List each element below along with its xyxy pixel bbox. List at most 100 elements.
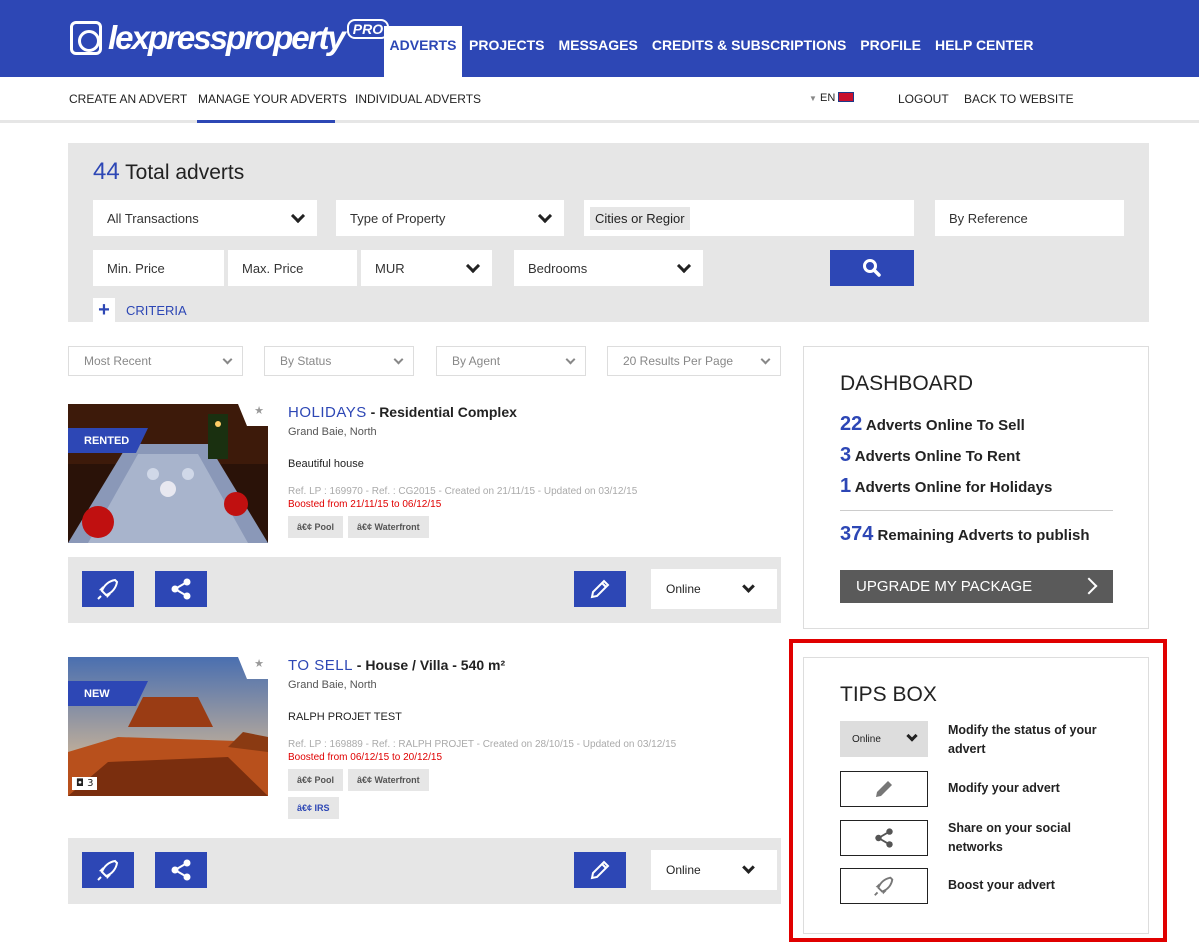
listing-card: NEW ★ ◘ 3 TO SELL - House / Villa - 540 … [68,657,781,905]
dashboard-stat: 3 Adverts Online To Rent [840,444,1020,467]
criteria-toggle[interactable]: + CRITERIA [93,298,187,322]
status-select[interactable]: Online [651,850,777,890]
remaining-label: Remaining Adverts to publish [877,527,1090,544]
nav-profile[interactable]: PROFILE [853,26,928,77]
dinner-table-photo [68,404,268,543]
transactions-select[interactable]: All Transactions [93,200,317,236]
top-bar: lexpressproperty PRO ADVERTS PROJECTS ME… [0,0,1199,77]
total-count: 44 [93,158,120,185]
nav-help-center[interactable]: HELP CENTER [928,26,1041,77]
logo-badge: PRO [346,19,390,39]
sort-value: Most Recent [84,354,152,368]
feature-tag: â€¢ IRS [288,797,339,819]
listing-location: Grand Baie, North [288,679,377,691]
nav-messages[interactable]: MESSAGES [551,26,644,77]
status-value: Online [666,582,701,596]
brand-logo[interactable]: lexpressproperty PRO [70,18,390,58]
bedrooms-select[interactable]: Bedrooms [514,250,703,286]
upgrade-label: UPGRADE MY PACKAGE [856,578,1033,595]
listing-card: RENTED ★ HOLIDAYS - Residential Complex … [68,404,781,623]
remaining-adverts: 374 Remaining Adverts to publish [840,523,1090,546]
nav-projects[interactable]: PROJECTS [462,26,551,77]
chevron-down-icon [676,258,692,274]
listing-type: - House / Villa - 540 m² [352,657,506,673]
remaining-count: 374 [840,523,874,545]
search-button[interactable] [830,250,914,286]
total-adverts: 44 Total adverts [93,158,244,186]
status-select[interactable]: Online [651,569,777,609]
chevron-down-icon [537,208,553,224]
boost-button[interactable] [82,571,134,607]
stat-label: Adverts Online To Rent [854,448,1021,465]
tips-highlight-frame [789,639,1167,942]
status-ribbon: NEW [68,681,148,706]
chevron-down-icon [760,354,771,365]
share-icon [171,859,191,881]
nav-adverts[interactable]: ADVERTS [384,26,462,77]
listing-title[interactable]: HOLIDAYS - Residential Complex [288,404,517,421]
nav-credits[interactable]: CREDITS & SUBSCRIPTIONS [645,26,853,77]
agent-filter[interactable]: By Agent [436,346,586,376]
cities-value: Cities or Regior [590,206,690,230]
pencil-icon [590,579,610,599]
chevron-down-icon [742,861,755,874]
back-to-website-link[interactable]: BACK TO WEBSITE [964,92,1074,106]
listing-reference: Ref. LP : 169889 - Ref. : RALPH PROJET -… [288,739,677,750]
per-page-select[interactable]: 20 Results Per Page [607,346,781,376]
chevron-down-icon [565,354,576,365]
stat-label: Adverts Online for Holidays [854,479,1053,496]
uk-flag-icon [838,92,855,102]
logout-link[interactable]: LOGOUT [898,92,949,106]
dropdown-arrow-icon: ▼ [809,94,817,103]
rocket-icon [97,578,119,600]
listing-category: HOLIDAYS [288,404,367,421]
bedrooms-value: Bedrooms [528,260,588,276]
listing-category: TO SELL [288,657,353,674]
plus-icon: + [93,298,115,322]
feature-tag: â€¢ Pool [288,516,344,538]
agent-filter-value: By Agent [452,354,501,368]
share-button[interactable] [155,571,207,607]
status-filter[interactable]: By Status [264,346,414,376]
listing-title[interactable]: TO SELL - House / Villa - 540 m² [288,657,505,674]
share-button[interactable] [155,852,207,888]
currency-select[interactable]: MUR [361,250,492,286]
camera-icon: ◘ [76,778,84,789]
chevron-down-icon [290,208,306,224]
logo-text: lexpressproperty [108,19,346,56]
max-price-placeholder: Max. Price [242,260,304,276]
cities-input[interactable]: Cities or Regior [584,200,914,236]
manage-adverts-link[interactable]: MANAGE YOUR ADVERTS [198,92,347,106]
dashboard-stat: 22 Adverts Online To Sell [840,413,1025,436]
dashboard-stat: 1 Adverts Online for Holidays [840,475,1052,498]
max-price-input[interactable]: Max. Price [228,250,357,286]
min-price-input[interactable]: Min. Price [93,250,224,286]
chevron-down-icon [393,354,404,365]
create-advert-link[interactable]: CREATE AN ADVERT [69,92,187,106]
sort-select[interactable]: Most Recent [68,346,243,376]
boost-button[interactable] [82,852,134,888]
feature-tag: â€¢ Waterfront [348,516,429,538]
individual-adverts-link[interactable]: INDIVIDUAL ADVERTS [355,92,481,106]
listing-photo[interactable]: NEW ★ ◘ 3 [68,657,268,796]
currency-value: MUR [375,260,405,276]
feature-tag: â€¢ Pool [288,769,344,791]
listing-boost: Boosted from 21/11/15 to 06/12/15 [288,499,442,510]
property-type-select[interactable]: Type of Property [336,200,564,236]
listing-photo[interactable]: RENTED ★ [68,404,268,543]
main-nav: ADVERTS PROJECTS MESSAGES CREDITS & SUBS… [384,26,1041,77]
edit-button[interactable] [574,571,626,607]
language-selector[interactable]: ▼ EN [809,92,855,104]
pencil-icon [590,860,610,880]
language-label: EN [819,92,836,104]
divider [840,510,1113,511]
reference-input[interactable]: By Reference [935,200,1124,236]
house-logo-icon [70,21,102,55]
listing-location: Grand Baie, North [288,426,377,438]
listing-reference: Ref. LP : 169970 - Ref. : CG2015 - Creat… [288,486,638,497]
edit-button[interactable] [574,852,626,888]
chevron-right-icon [1080,577,1098,595]
upgrade-package-button[interactable]: UPGRADE MY PACKAGE [840,570,1113,603]
dashboard-panel: DASHBOARD 22 Adverts Online To Sell 3 Ad… [803,346,1149,629]
transactions-value: All Transactions [107,210,199,226]
